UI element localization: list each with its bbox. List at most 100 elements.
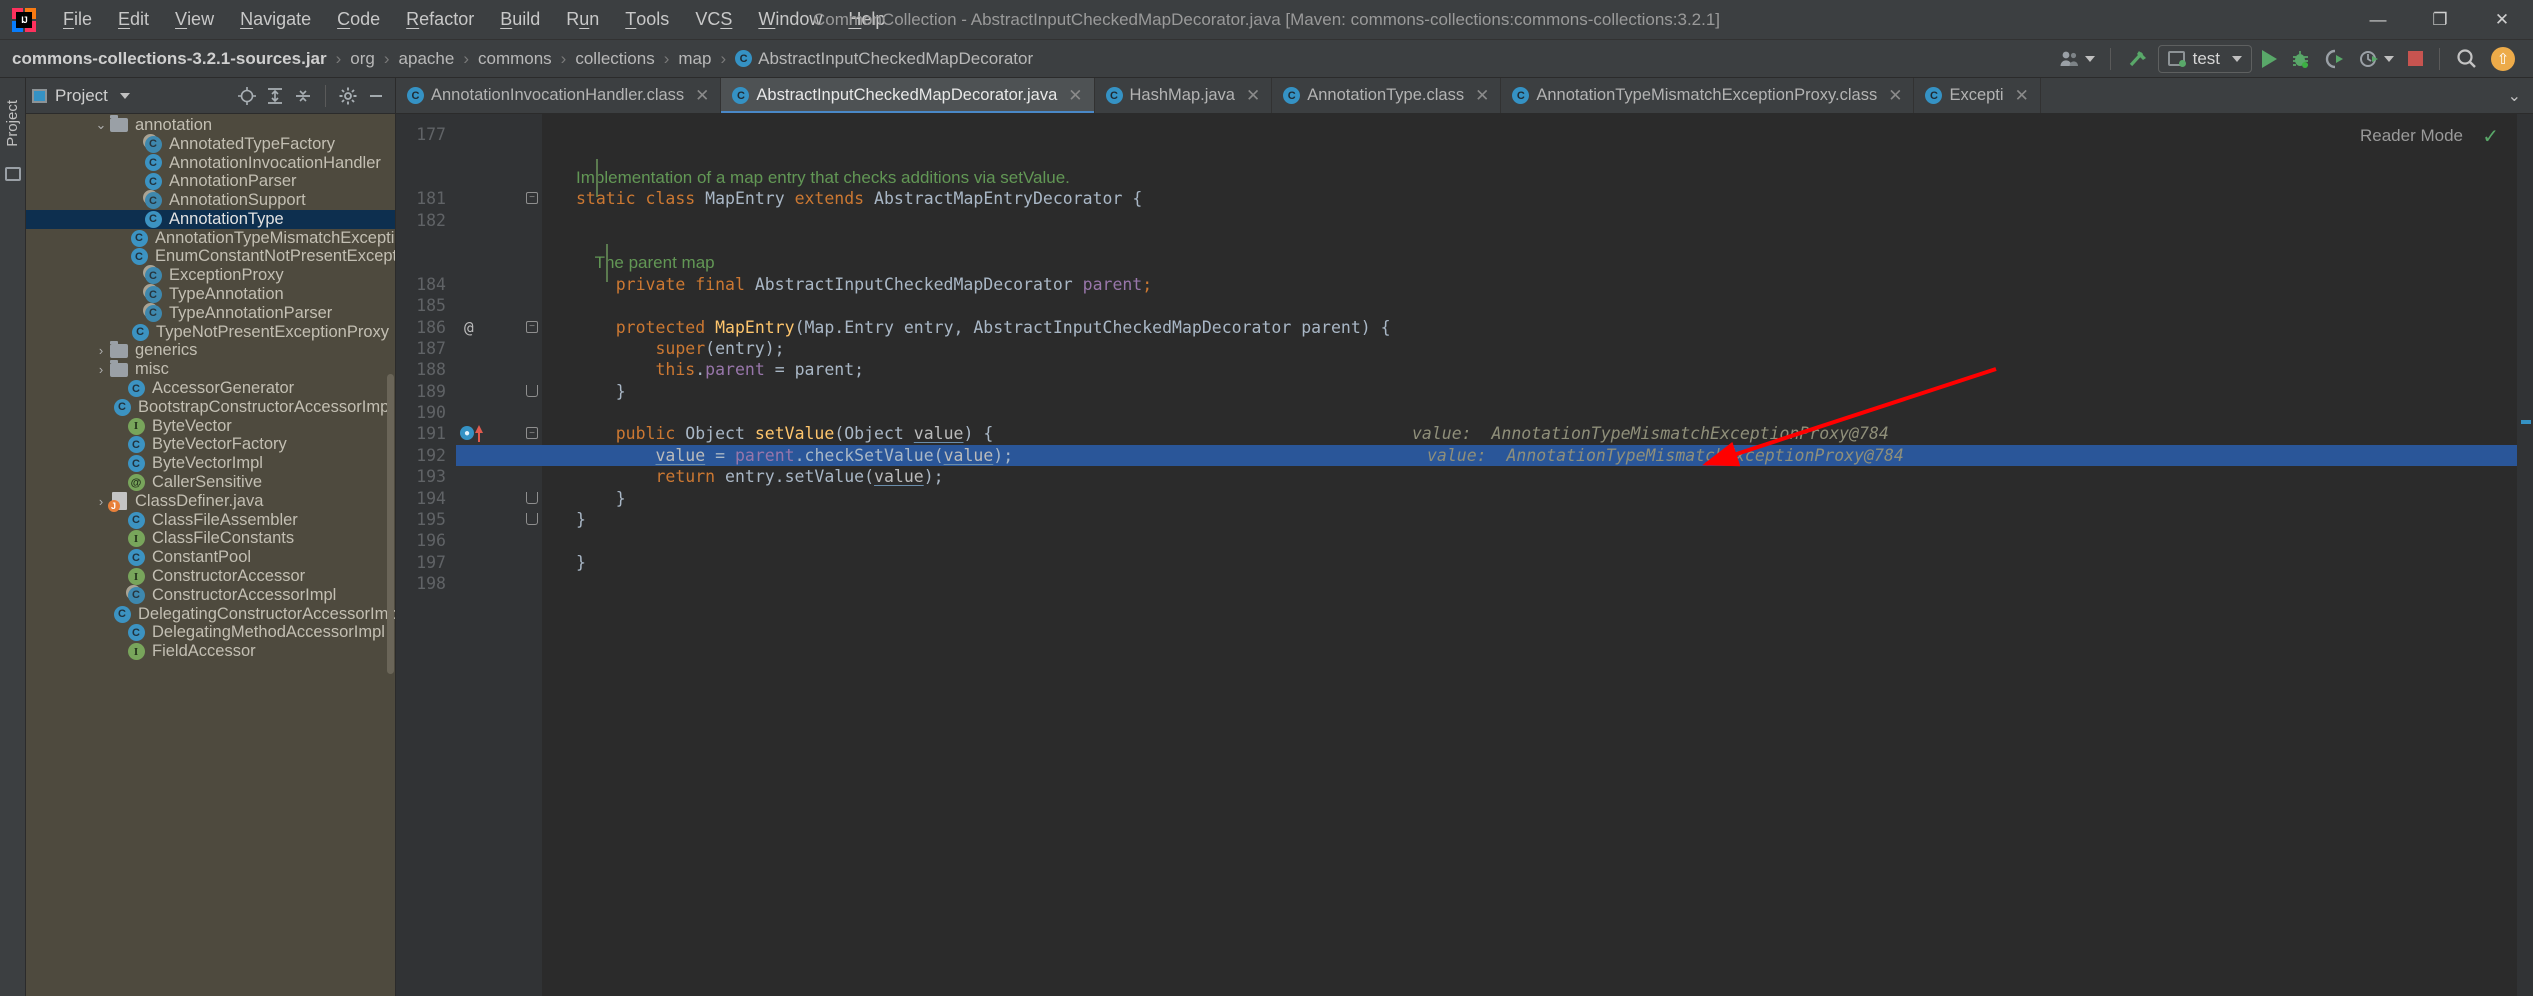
tree-item-annotationparser[interactable]: C AnnotationParser <box>26 172 395 191</box>
collapse-all-icon[interactable] <box>290 83 316 109</box>
inline-debug-value[interactable]: value: AnnotationTypeMismatchExceptionPr… <box>1427 445 1904 466</box>
fold-row[interactable] <box>522 145 542 166</box>
fold-row[interactable] <box>522 338 542 359</box>
editor-tab-annotationinvocationhandler-class[interactable]: C AnnotationInvocationHandler.class ✕ <box>396 78 722 113</box>
sidebar-item-project[interactable]: Project <box>0 92 25 155</box>
fold-row[interactable] <box>522 381 542 402</box>
code-folding-gutter[interactable]: − − − <box>522 114 542 996</box>
maximize-button[interactable]: ❐ <box>2409 0 2471 39</box>
fold-row[interactable] <box>522 274 542 295</box>
fold-row[interactable]: − <box>522 317 542 338</box>
gutter-row[interactable] <box>456 124 522 145</box>
menu-navigate[interactable]: Navigate <box>227 0 324 39</box>
chevron-right-icon[interactable]: › <box>94 494 108 509</box>
editor-viewport[interactable]: 177 181 182 184 185 186 187 188 189 190 191 192 193 1… <box>396 114 2533 996</box>
code-line[interactable] <box>542 124 2517 145</box>
tree-item-typeannotation[interactable]: C TypeAnnotation <box>26 285 395 304</box>
update-project-button[interactable]: ⇧ <box>2487 44 2519 74</box>
fold-row[interactable] <box>522 488 542 509</box>
code-line[interactable]: } <box>542 488 2517 509</box>
fold-end-icon[interactable] <box>526 384 538 397</box>
run-with-coverage-button[interactable] <box>2320 44 2350 74</box>
settings-gear-icon[interactable] <box>335 83 361 109</box>
fold-row[interactable]: − <box>522 188 542 209</box>
gutter-row[interactable] <box>456 210 522 231</box>
fold-row[interactable] <box>522 444 542 467</box>
close-icon[interactable]: ✕ <box>1068 86 1082 106</box>
tree-item-annotationtype[interactable]: C AnnotationType <box>26 210 395 229</box>
run-configuration-selector[interactable]: test <box>2157 44 2252 73</box>
code-line-current[interactable]: value = parent.checkSetValue(value); valu… <box>542 444 2517 467</box>
chevron-right-icon[interactable]: › <box>94 362 108 377</box>
code-line[interactable]: this.parent = parent; <box>542 359 2517 380</box>
tree-item-misc[interactable]: › misc <box>26 359 395 379</box>
tree-item-accessorgenerator[interactable]: C AccessorGenerator <box>26 379 395 398</box>
editor-tab-hashmap-java[interactable]: C HashMap.java ✕ <box>1095 78 1273 113</box>
code-line[interactable]: The parent map <box>542 244 2517 283</box>
gutter-icons[interactable]: @ ● <box>456 114 522 996</box>
editor-tab-annotationtypemismatchexceptionproxy-class[interactable]: C AnnotationTypeMismatchExceptionProxy.cl… <box>1501 78 1915 113</box>
fold-collapse-icon[interactable]: − <box>526 192 538 205</box>
menu-view[interactable]: View <box>162 0 227 39</box>
tree-item-typenotpresentexceptionproxy[interactable]: C TypeNotPresentExceptionProxy <box>26 323 395 342</box>
menu-refactor[interactable]: Refactor <box>393 0 487 39</box>
structure-icon[interactable] <box>4 166 21 181</box>
stop-button[interactable] <box>2402 44 2428 74</box>
tree-item-constructoraccessor[interactable]: I ConstructorAccessor <box>26 567 395 586</box>
tree-item-exceptionproxy[interactable]: C ExceptionProxy <box>26 266 395 285</box>
code-line[interactable]: private final AbstractInputCheckedMapDec… <box>542 274 2517 295</box>
code-line[interactable] <box>542 210 2517 231</box>
error-stripe-rail[interactable] <box>2517 114 2533 996</box>
fold-row[interactable] <box>522 466 542 487</box>
breadcrumb-item-commons[interactable]: commons <box>474 49 556 69</box>
code-line[interactable] <box>542 295 2517 316</box>
breadcrumb-item-abstractinputcheckedmapdecorator[interactable]: C AbstractInputCheckedMapDecorator <box>731 49 1037 69</box>
close-button[interactable]: ✕ <box>2471 0 2533 39</box>
code-line[interactable]: Implementation of a map entry that check… <box>542 158 2517 197</box>
code-content[interactable]: Implementation of a map entry that check… <box>542 114 2517 996</box>
tree-item-classdefiner-java[interactable]: › ClassDefiner.java <box>26 492 395 513</box>
tree-item-constantpool[interactable]: C ConstantPool <box>26 548 395 567</box>
fold-row[interactable] <box>522 359 542 380</box>
menu-tools[interactable]: Tools <box>612 0 682 39</box>
tree-item-enumconstantnotpresentexceptionproxy[interactable]: C EnumConstantNotPresentExceptionProxy <box>26 247 395 267</box>
code-line[interactable]: super(entry); <box>542 338 2517 359</box>
gutter-row[interactable] <box>456 145 522 166</box>
gutter-row[interactable] <box>456 167 522 188</box>
tree-item-bytevectorfactory[interactable]: C ByteVectorFactory <box>26 435 395 455</box>
editor-tab-abstractinputcheckedmapdecorator-java[interactable]: C AbstractInputCheckedMapDecorator.java ✕ <box>721 78 1095 113</box>
code-line[interactable]: public Object setValue(Object value) {va… <box>542 423 2517 444</box>
user-icon[interactable] <box>2055 44 2099 74</box>
code-line[interactable]: return entry.setValue(value); <box>542 466 2517 487</box>
breadcrumb-item-org[interactable]: org <box>346 49 379 69</box>
close-icon[interactable]: ✕ <box>695 86 709 106</box>
fold-collapse-icon[interactable]: − <box>526 320 538 333</box>
gutter-row[interactable] <box>456 231 522 252</box>
menu-code[interactable]: Code <box>324 0 393 39</box>
tree-item-bootstrapconstructoraccessorimpl[interactable]: C BootstrapConstructorAccessorImpl <box>26 398 395 417</box>
tab-overflow-button[interactable]: ⌄ <box>2496 78 2533 113</box>
hide-icon[interactable] <box>363 83 389 109</box>
tree-item-annotationinvocationhandler[interactable]: C AnnotationInvocationHandler <box>26 154 395 173</box>
tree-item-typeannotationparser[interactable]: C TypeAnnotationParser <box>26 304 395 323</box>
code-line[interactable]: static class MapEntry extends AbstractMa… <box>542 188 2517 209</box>
tree-item-fieldaccessor[interactable]: I FieldAccessor <box>26 642 395 661</box>
tree-item-bytevectorimpl[interactable]: C ByteVectorImpl <box>26 454 395 473</box>
debug-button[interactable] <box>2286 44 2316 74</box>
code-line[interactable] <box>542 145 2517 166</box>
fold-row[interactable] <box>522 573 542 594</box>
tree-item-callersensitive[interactable]: @ CallerSensitive <box>26 473 395 492</box>
inline-debug-value[interactable]: value: AnnotationTypeMismatchExceptionPr… <box>1412 423 1889 444</box>
close-icon[interactable]: ✕ <box>1475 86 1489 106</box>
minimize-button[interactable]: — <box>2347 0 2409 39</box>
menu-help[interactable]: Help <box>835 0 898 39</box>
breadcrumb-item-apache[interactable]: apache <box>395 49 459 69</box>
hammer-icon[interactable] <box>2122 44 2154 74</box>
close-icon[interactable]: ✕ <box>1888 86 1902 106</box>
code-line[interactable]: } <box>542 552 2517 573</box>
fold-row[interactable] <box>522 552 542 573</box>
project-title-group[interactable]: Project <box>32 86 130 106</box>
gutter-row[interactable] <box>456 381 522 402</box>
gutter-row[interactable]: ● <box>456 423 522 444</box>
tree-item-annotatedtypefactory[interactable]: C AnnotatedTypeFactory <box>26 135 395 154</box>
